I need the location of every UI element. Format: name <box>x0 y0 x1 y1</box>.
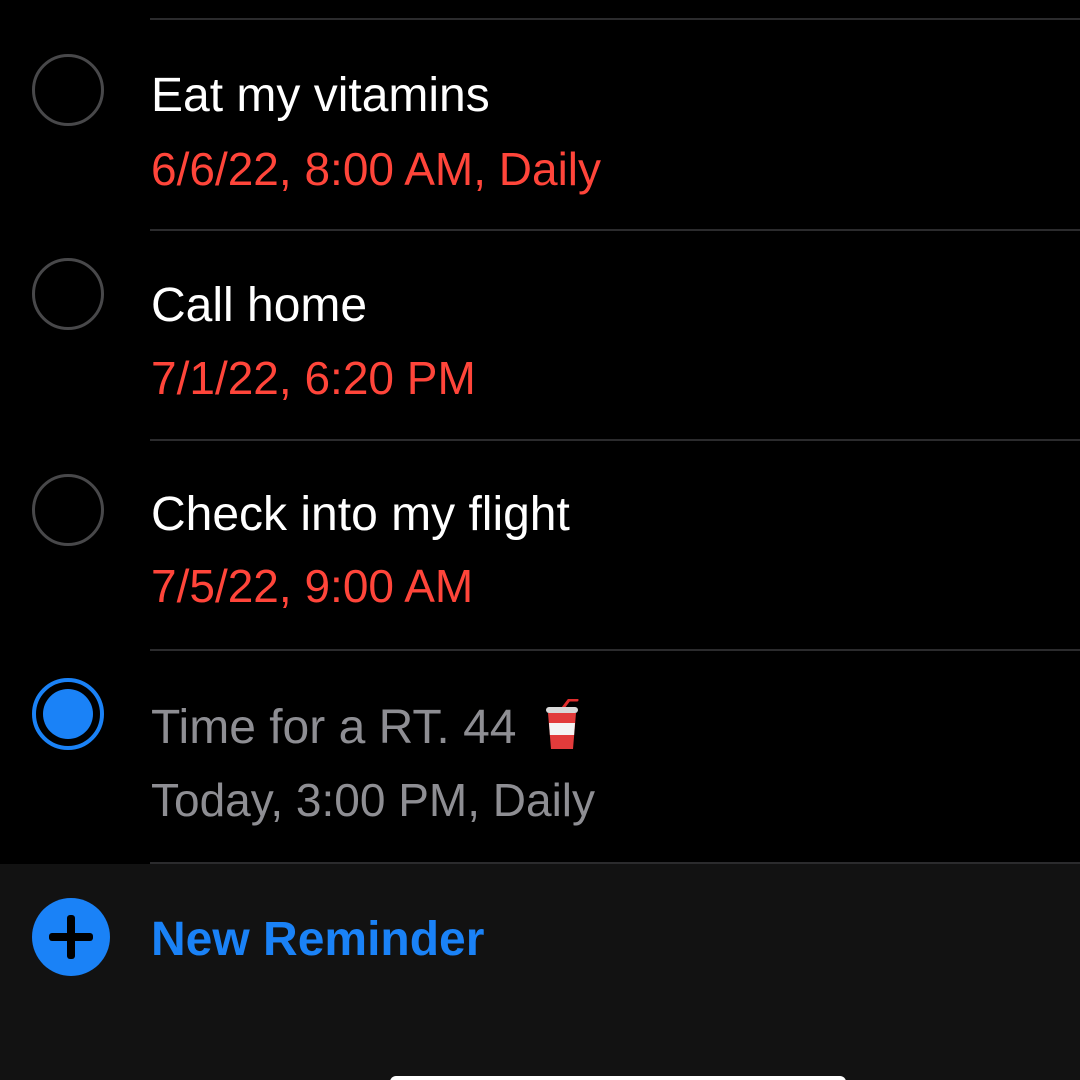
reminder-due-date: 7/1/22, 6:20 PM <box>151 352 476 404</box>
reminder-due-date: 6/6/22, 8:00 AM, Daily <box>151 143 602 195</box>
reminders-screen: Eat my vitamins 6/6/22, 8:00 AM, Daily C… <box>0 0 1080 1080</box>
plus-circle-icon[interactable] <box>32 898 110 976</box>
completion-circle-button[interactable] <box>32 258 104 330</box>
reminder-title: Time for a RT. 44 <box>151 701 517 754</box>
new-reminder-toolbar: New Reminder <box>0 864 1080 1080</box>
reminder-row-call-home[interactable]: Call home 7/1/22, 6:20 PM <box>0 231 1080 441</box>
home-indicator[interactable] <box>390 1076 846 1080</box>
new-reminder-button[interactable]: New Reminder <box>151 916 484 964</box>
completion-circle-button[interactable] <box>32 474 104 546</box>
reminder-title-line[interactable]: Time for a RT. 44 <box>151 698 580 754</box>
reminder-title[interactable]: Call home <box>151 282 367 330</box>
soda-cup-icon <box>544 698 580 751</box>
reminder-row-check-into-flight[interactable]: Check into my flight 7/5/22, 9:00 AM <box>0 441 1080 651</box>
reminder-row-eat-my-vitamins[interactable]: Eat my vitamins 6/6/22, 8:00 AM, Daily <box>0 20 1080 230</box>
reminder-title[interactable]: Check into my flight <box>151 491 570 539</box>
completed-circle-button[interactable] <box>32 678 104 750</box>
reminder-due-date: Today, 3:00 PM, Daily <box>151 774 596 826</box>
reminder-row-rt-44[interactable]: Time for a RT. 44 Today, 3:00 PM, Daily <box>0 651 1080 861</box>
reminder-due-date: 7/5/22, 9:00 AM <box>151 560 474 612</box>
completion-circle-button[interactable] <box>32 54 104 126</box>
reminder-title[interactable]: Eat my vitamins <box>151 72 490 120</box>
